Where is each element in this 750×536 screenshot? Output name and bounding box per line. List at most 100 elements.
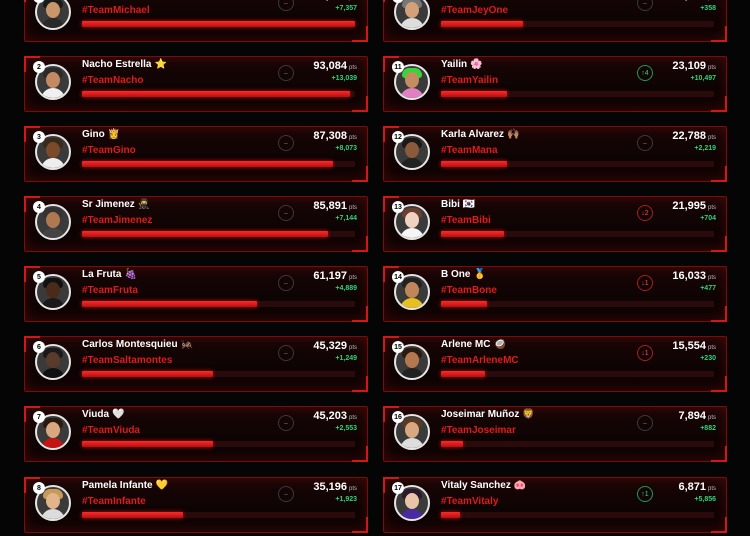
contestant-name: Yailin 🌸 — [441, 59, 483, 70]
points-delta: +2,219 — [694, 145, 716, 152]
rank-badge: 8 — [33, 482, 45, 494]
contestant-name: La Fruta 🍇 — [82, 269, 137, 280]
avatar[interactable] — [35, 0, 71, 30]
points-value: 35,196 — [313, 481, 347, 493]
points-total: 28,902pts — [672, 0, 716, 2]
points-total: 7,894 pts — [678, 410, 716, 422]
progress-bar-fill — [441, 301, 488, 307]
avatar-face — [46, 282, 60, 298]
team-hashtag[interactable]: #TeamNacho — [82, 75, 144, 86]
points-delta: +5,856 — [694, 496, 716, 503]
progress-bar — [441, 21, 714, 27]
name-emoji-icon: 🌸 — [470, 59, 483, 70]
progress-bar-fill — [82, 91, 350, 97]
leaderboard-card[interactable]: 4 Sr Jimenez 🥷 #TeamJimenez – 85,891 pts +… — [24, 196, 368, 252]
rank-badge: 12 — [392, 131, 404, 143]
points-value: 22,788 — [672, 130, 706, 142]
leaderboard-card[interactable]: 15 Arlene MC 🥥 #TeamArleneMC ↓1 15,554 pts… — [383, 336, 727, 392]
leaderboard-card[interactable]: 11 Yailin 🌸 #TeamYailin ↑4 23,109 pts +10,… — [383, 56, 727, 112]
leaderboard-card[interactable]: 2 Nacho Estrella ⭐ #TeamNacho – 93,084 pts… — [24, 56, 368, 112]
leaderboard-card[interactable]: 3 Gino 👸 #TeamGino – 87,308 pts +8,073 — [24, 126, 368, 182]
points-unit: pts — [348, 65, 357, 71]
points-total: 21,995 pts — [672, 200, 716, 212]
progress-bar — [441, 91, 714, 97]
leaderboard-card[interactable]: 7 Viuda 🤍 #TeamViuda – 45,203 pts +2,553 — [24, 406, 368, 462]
avatar-face — [405, 72, 419, 88]
team-hashtag[interactable]: #TeamArleneMC — [441, 355, 519, 366]
team-hashtag[interactable]: #TeamJimenez — [82, 215, 152, 226]
points-value: 6,871 — [678, 481, 706, 493]
points-total: 93,084 pts — [313, 60, 357, 72]
avatar-face — [405, 212, 419, 228]
avatar-face — [46, 212, 60, 228]
contestant-name-text: Carlos Montesquieu — [82, 339, 178, 350]
contestant-name: Gino 👸 — [82, 129, 120, 140]
points-value: 7,894 — [678, 410, 706, 422]
points-unit: pts — [707, 345, 716, 351]
leaderboard-card[interactable]: 8 Pamela Infante 💛 #TeamInfante – 35,196 p… — [24, 477, 368, 533]
contestant-name: Arlene MC 🥥 — [441, 339, 506, 350]
leaderboard-card[interactable]: 17 Vitaly Sanchez 🐽 #TeamVitaly ↑1 6,871 p… — [383, 477, 727, 533]
points-unit: pts — [707, 275, 716, 281]
points-total: 45,329 pts — [313, 340, 357, 352]
team-hashtag[interactable]: #TeamMana — [441, 145, 498, 156]
points-delta: +704 — [700, 215, 716, 222]
rank-trend-icon: – — [637, 0, 653, 11]
leaderboard-card[interactable]: 13 Bibi 🇰🇷 #TeamBibi ↓2 21,995 pts +704 — [383, 196, 727, 252]
team-hashtag[interactable]: #TeamMichael — [82, 5, 150, 16]
leaderboard-card[interactable]: 10 Jey One🐐 #TeamJeyOne – 28,902pts +358 — [383, 0, 727, 42]
avatar-torso — [41, 438, 65, 448]
contestant-name: Nacho Estrella ⭐ — [82, 59, 167, 70]
avatar[interactable] — [394, 0, 430, 30]
avatar-face — [405, 352, 419, 368]
points-value: 23,109 — [672, 60, 706, 72]
progress-bar — [82, 512, 355, 518]
points-delta: +1,249 — [335, 355, 357, 362]
points-total: 16,033 pts — [672, 270, 716, 282]
contestant-name: Karla Alvarez 🙌🏽 — [441, 129, 519, 140]
team-hashtag[interactable]: #TeamJoseimar — [441, 425, 516, 436]
points-delta: +358 — [700, 5, 716, 12]
leaderboard-card[interactable]: 12 Karla Alvarez 🙌🏽 #TeamMana – 22,788 pts… — [383, 126, 727, 182]
progress-bar-fill — [441, 161, 507, 167]
progress-bar — [82, 441, 355, 447]
team-hashtag[interactable]: #TeamBibi — [441, 215, 491, 226]
team-hashtag[interactable]: #TeamFruta — [82, 285, 138, 296]
team-hashtag[interactable]: #TeamSaltamontes — [82, 355, 172, 366]
team-hashtag[interactable]: #TeamJeyOne — [441, 5, 508, 16]
leaderboard-card[interactable]: 5 La Fruta 🍇 #TeamFruta – 61,197 pts +4,88… — [24, 266, 368, 322]
rank-trend-icon: – — [637, 135, 653, 151]
avatar-torso — [400, 88, 424, 98]
avatar-face — [405, 422, 419, 438]
team-hashtag[interactable]: #TeamInfante — [82, 496, 146, 507]
leaderboard-card[interactable]: 6 Carlos Montesquieu 🦗 #TeamSaltamontes –… — [24, 336, 368, 392]
team-hashtag[interactable]: #TeamViuda — [82, 425, 140, 436]
contestant-name: Pamela Infante 💛 — [82, 480, 168, 491]
name-emoji-icon: 🤍 — [112, 409, 125, 420]
name-emoji-icon: 🥇 — [473, 269, 486, 280]
progress-bar-fill — [441, 441, 463, 447]
progress-bar-fill — [82, 21, 355, 27]
progress-bar-fill — [82, 301, 257, 307]
name-emoji-icon: 🙌🏽 — [507, 129, 520, 140]
team-hashtag[interactable]: #TeamBone — [441, 285, 497, 296]
progress-bar — [82, 21, 355, 27]
points-value: 85,891 — [313, 200, 347, 212]
progress-bar — [441, 441, 714, 447]
team-hashtag[interactable]: #TeamGino — [82, 145, 136, 156]
points-unit: pts — [708, 0, 716, 1]
leaderboard-card[interactable]: 16 Joseimar Muñoz 🦁 #TeamJoseimar – 7,894… — [383, 406, 727, 462]
points-delta: +7,357 — [335, 5, 357, 12]
rank-trend-icon: – — [278, 415, 294, 431]
team-hashtag[interactable]: #TeamYailin — [441, 75, 498, 86]
rank-badge: 16 — [392, 411, 404, 423]
name-emoji-icon: 🇰🇷 — [462, 199, 476, 210]
rank-trend-icon: – — [278, 65, 294, 81]
leaderboard-card[interactable]: 1 Michael Flores🦍 #TeamMichael – 95,254p… — [24, 0, 368, 42]
leaderboard-card[interactable]: 14 B One 🥇 #TeamBone ↓1 16,033 pts +477 — [383, 266, 727, 322]
avatar-face — [405, 2, 419, 18]
progress-bar — [441, 231, 714, 237]
team-hashtag[interactable]: #TeamVitaly — [441, 496, 498, 507]
avatar-torso — [41, 18, 65, 28]
points-unit: pts — [707, 486, 716, 492]
